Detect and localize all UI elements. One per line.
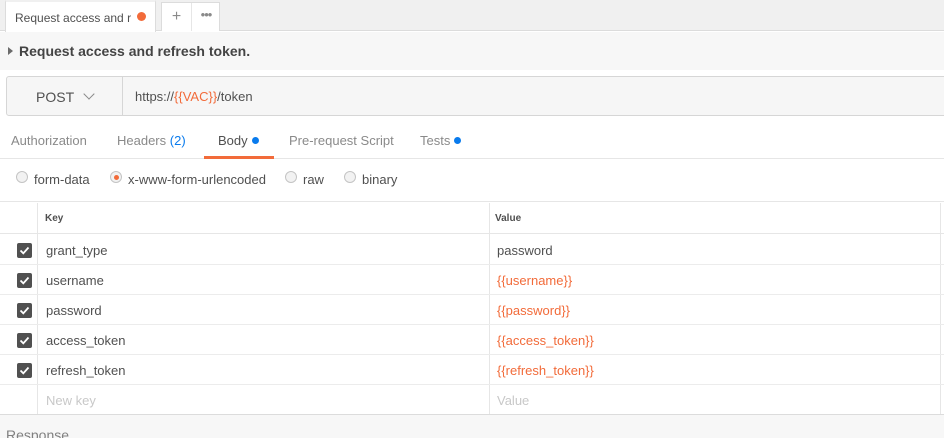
table-header: Key Value — [0, 203, 944, 234]
row-key[interactable]: grant_type — [46, 243, 107, 258]
chevron-down-icon — [83, 88, 95, 100]
tab-body-label: Body — [218, 133, 248, 148]
radio-circle[interactable] — [16, 171, 28, 183]
row-value[interactable]: {{username}} — [497, 273, 572, 288]
row-checkbox[interactable] — [17, 303, 32, 318]
tests-indicator-dot — [454, 137, 462, 144]
response-panel: Response — [0, 414, 944, 438]
row-key[interactable]: password — [46, 303, 102, 318]
row-checkbox[interactable] — [17, 273, 32, 288]
row-key[interactable]: refresh_token — [46, 363, 126, 378]
tab-tests-label: Tests — [420, 133, 451, 148]
row-key[interactable]: access_token — [46, 333, 126, 348]
tab-actions: + ••• — [161, 2, 220, 31]
body-type-options: form-data x-www-form-urlencoded raw bina… — [0, 160, 944, 202]
request-tab-label: Request access and re — [15, 11, 131, 25]
row-value[interactable]: {{refresh_token}} — [497, 363, 594, 378]
column-header-value: Value — [495, 213, 522, 224]
tab-authorization[interactable]: Authorization — [11, 133, 87, 148]
headers-count: (2) — [169, 133, 186, 148]
method-select[interactable]: POST — [7, 77, 123, 115]
column-header-key: Key — [45, 213, 64, 224]
row-key[interactable]: username — [46, 273, 104, 288]
row-checkbox[interactable] — [17, 363, 32, 378]
new-key-input[interactable]: New key — [46, 393, 96, 408]
tab-tests[interactable]: Tests — [420, 133, 462, 148]
radio-circle[interactable] — [344, 171, 356, 183]
tab-body[interactable]: Body — [218, 133, 259, 148]
new-param-row: New key Value — [0, 385, 944, 415]
radio-circle[interactable] — [110, 171, 122, 183]
radio-label: form-data — [34, 172, 90, 187]
tab-headers[interactable]: Headers (2) — [117, 133, 186, 148]
tab-authorization-label: Authorization — [11, 133, 87, 148]
tab-pre-request-script[interactable]: Pre-request Script — [289, 133, 394, 148]
request-tab-bar: Request access and re + ••• — [0, 0, 944, 32]
tab-pre-request-script-label: Pre-request Script — [289, 133, 394, 148]
caret-right-icon[interactable] — [8, 47, 13, 55]
more-icon[interactable]: ••• — [192, 3, 220, 31]
plus-icon[interactable]: + — [162, 3, 192, 31]
request-section-tabs: Authorization Headers (2) Body Pre-reque… — [0, 122, 944, 159]
request-name: Request access and refresh token. — [19, 43, 251, 59]
active-tab-underline — [204, 156, 274, 159]
body-indicator-dot — [251, 137, 259, 144]
url-input[interactable]: https://{{VAC}}/token — [135, 89, 253, 104]
table-row: password {{password}} — [0, 295, 944, 325]
radio-circle[interactable] — [285, 171, 297, 183]
row-value[interactable]: {{password}} — [497, 303, 570, 318]
radio-label: binary — [362, 172, 398, 187]
method-label: POST — [36, 89, 75, 105]
table-row: refresh_token {{refresh_token}} — [0, 355, 944, 385]
url-prefix: https:// — [135, 89, 175, 104]
row-checkbox[interactable] — [17, 243, 32, 258]
url-suffix: /token — [217, 89, 253, 104]
row-value[interactable]: password — [497, 243, 553, 258]
request-name-row[interactable]: Request access and refresh token. — [0, 32, 944, 70]
tab-headers-label: Headers — [117, 133, 167, 148]
row-value[interactable]: {{access_token}} — [497, 333, 594, 348]
new-value-input[interactable]: Value — [497, 393, 529, 408]
response-label: Response — [6, 427, 70, 438]
table-row: access_token {{access_token}} — [0, 325, 944, 355]
request-tab[interactable]: Request access and re — [5, 0, 156, 32]
table-row: username {{username}} — [0, 265, 944, 295]
table-row: grant_type password — [0, 235, 944, 265]
radio-label: raw — [303, 172, 324, 187]
url-bar: POST https://{{VAC}}/token — [6, 76, 944, 116]
url-variable: {{VAC}} — [174, 89, 218, 104]
unsaved-changes-dot — [137, 12, 146, 21]
radio-label: x-www-form-urlencoded — [128, 172, 266, 187]
row-checkbox[interactable] — [17, 333, 32, 348]
params-table: Key Value grant_type password username {… — [0, 203, 944, 415]
